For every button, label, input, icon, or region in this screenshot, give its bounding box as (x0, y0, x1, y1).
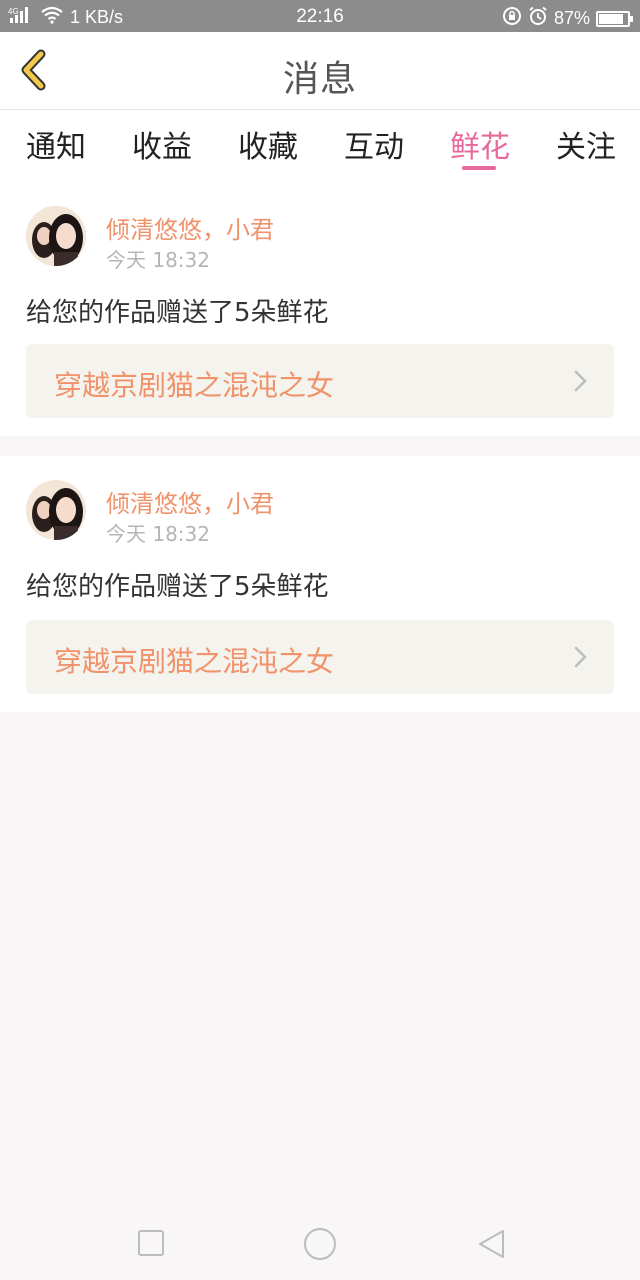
nav-home-button[interactable] (302, 1226, 338, 1266)
sender-name[interactable]: 倾清悠悠，小君 (106, 210, 274, 245)
battery-icon (596, 10, 633, 27)
tab-interaction[interactable]: 互动 (344, 122, 404, 166)
active-tab-indicator (462, 166, 496, 170)
triangle-back-icon (479, 1230, 504, 1258)
tab-bar: 通知 收益 收藏 互动 鲜花 关注 (0, 110, 640, 180)
chevron-right-icon (574, 370, 587, 392)
header: 消息 (0, 32, 640, 110)
work-title: 穿越京剧猫之混沌之女 (54, 369, 335, 402)
chevron-right-icon (574, 646, 587, 668)
message-card: 倾清悠悠，小君 今天 18:32 给您的作品赠送了5朵鲜花 穿越京剧猫之混沌之女 (0, 456, 640, 712)
avatar[interactable] (26, 206, 86, 266)
battery-fill (599, 13, 623, 24)
rotation-lock-icon (502, 6, 522, 31)
avatar[interactable] (26, 480, 86, 540)
message-text: 给您的作品赠送了5朵鲜花 (26, 572, 329, 602)
work-title: 穿越京剧猫之混沌之女 (54, 645, 335, 678)
tab-favorites[interactable]: 收藏 (238, 122, 298, 166)
nav-back-button[interactable] (476, 1228, 508, 1264)
nav-recent-button[interactable] (136, 1228, 166, 1262)
system-nav-bar (0, 1210, 640, 1280)
status-bar: 4G 1 KB/s 22:16 87% (0, 0, 640, 32)
message-time: 今天 18:32 (106, 522, 210, 546)
square-icon (138, 1230, 164, 1256)
message-text: 给您的作品赠送了5朵鲜花 (26, 298, 329, 328)
work-link[interactable]: 穿越京剧猫之混沌之女 (26, 344, 614, 418)
tab-flowers[interactable]: 鲜花 (450, 122, 510, 166)
work-link[interactable]: 穿越京剧猫之混沌之女 (26, 620, 614, 694)
tab-follow[interactable]: 关注 (556, 122, 616, 166)
circle-icon (304, 1228, 336, 1260)
message-card: 倾清悠悠，小君 今天 18:32 给您的作品赠送了5朵鲜花 穿越京剧猫之混沌之女 (0, 180, 640, 436)
tab-notifications[interactable]: 通知 (26, 122, 86, 166)
tab-earnings[interactable]: 收益 (132, 122, 192, 166)
message-time: 今天 18:32 (106, 248, 210, 272)
page-title: 消息 (282, 59, 357, 100)
battery-percent: 87% (553, 8, 590, 28)
alarm-icon (528, 6, 548, 31)
sender-name[interactable]: 倾清悠悠，小君 (106, 484, 274, 519)
